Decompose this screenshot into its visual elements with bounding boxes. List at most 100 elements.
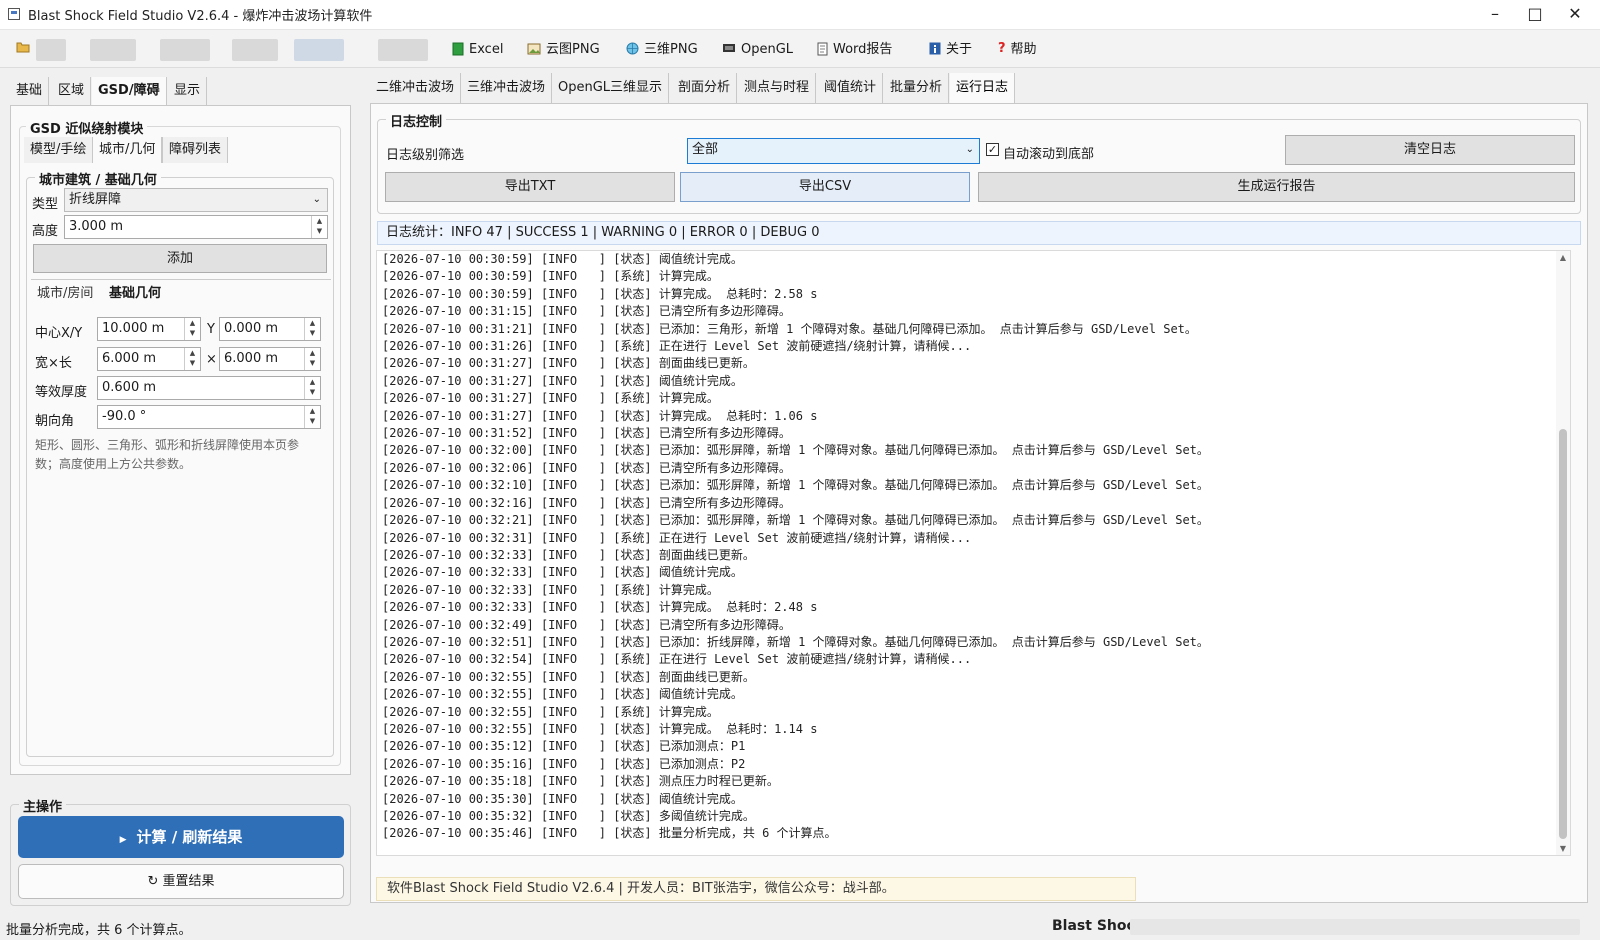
tab-model-draw[interactable]: 模型/手绘 — [24, 137, 94, 163]
length-spinner[interactable]: ▲ ▼ — [304, 348, 320, 370]
log-line: [2026-07-10 00:32:16] [INFO ] [状态] 已清空所有… — [382, 495, 791, 510]
height-spinner[interactable]: ▲ ▼ — [311, 216, 327, 238]
log-line: [2026-07-10 00:31:52] [INFO ] [状态] 已清空所有… — [382, 426, 791, 441]
log-lines-container: [2026-07-10 00:30:59] [INFO ] [状态] 阈值统计完… — [377, 251, 1570, 843]
width-input[interactable]: 6.000 m ▲ ▼ — [97, 347, 201, 371]
tab-obstacle-list[interactable]: 障碍列表 — [162, 137, 229, 163]
export-csv-button[interactable]: 导出CSV — [680, 172, 970, 202]
gsd-module-title: GSD 近似绕射模块 — [26, 118, 148, 137]
orientation-spinner[interactable]: ▲ ▼ — [304, 406, 320, 428]
width-value: 6.000 m — [102, 351, 157, 366]
width-spinner[interactable]: ▲ ▼ — [184, 348, 200, 370]
type-select[interactable]: 折线屏障 ⌄ — [64, 188, 328, 212]
log-view[interactable]: [2026-07-10 00:30:59] [INFO ] [状态] 阈值统计完… — [376, 250, 1571, 856]
window-title: Blast Shock Field Studio V2.6.4 - 爆炸冲击波场… — [28, 9, 373, 24]
y-label: Y — [207, 322, 215, 337]
thickness-label: 等效厚度 — [35, 385, 88, 400]
status-message: 批量分析完成，共 6 个计算点。 — [6, 923, 192, 938]
scroll-up-icon[interactable]: ▲ — [1557, 253, 1569, 262]
main-ops-group: 主操作 ▶ 计算 / 刷新结果 ↻ 重置结果 — [10, 796, 351, 906]
tab-run-log[interactable]: 运行日志 — [950, 73, 1016, 103]
tab-opengl-3d[interactable]: OpenGL三维显示 — [552, 73, 670, 103]
tab-probes[interactable]: 测点与时程 — [738, 73, 817, 103]
autoscroll-label: 自动滚动到底部 — [1003, 147, 1095, 162]
clear-log-button[interactable]: 清空日志 — [1285, 135, 1575, 165]
tab-3d-field[interactable]: 三维冲击波场 — [461, 73, 553, 103]
word-report-button[interactable]: Word报告 — [817, 39, 892, 61]
tab-city-room[interactable]: 城市/房间 — [31, 281, 99, 307]
cloud-png-button[interactable]: 云图PNG — [527, 39, 600, 61]
generate-report-button[interactable]: 生成运行报告 — [978, 172, 1575, 202]
tab-2d-field[interactable]: 二维冲击波场 — [370, 73, 462, 103]
orientation-input[interactable]: -90.0 ° ▲ ▼ — [97, 405, 321, 429]
tab-gsd-obstacle[interactable]: GSD/障碍 — [92, 77, 167, 105]
blurred-button[interactable] — [36, 39, 66, 61]
log-line: [2026-07-10 00:31:27] [INFO ] [状态] 计算完成。… — [382, 408, 818, 423]
reset-button[interactable]: ↻ 重置结果 — [18, 864, 344, 899]
length-input[interactable]: 6.000 m ▲ ▼ — [219, 347, 321, 371]
scroll-down-icon[interactable]: ▼ — [1557, 844, 1569, 853]
log-line: [2026-07-10 00:32:00] [INFO ] [状态] 已添加：弧… — [382, 443, 1209, 458]
question-icon: ? — [998, 40, 1006, 56]
height-input[interactable]: 3.000 m ▲ ▼ — [64, 215, 328, 239]
tab-display[interactable]: 显示 — [168, 77, 208, 105]
three-d-png-label: 三维PNG — [644, 42, 698, 57]
autoscroll-checkbox[interactable]: ✓ — [986, 143, 999, 156]
log-line: [2026-07-10 00:32:33] [INFO ] [状态] 计算完成。… — [382, 600, 818, 615]
log-line: [2026-07-10 00:30:59] [INFO ] [系统] 计算完成。 — [382, 269, 719, 284]
log-line: [2026-07-10 00:31:27] [INFO ] [系统] 计算完成。 — [382, 391, 719, 406]
thickness-spinner[interactable]: ▲ ▼ — [304, 377, 320, 399]
center-y-input[interactable]: 0.000 m ▲ ▼ — [219, 317, 321, 341]
opengl-label: OpenGL — [741, 42, 794, 57]
level-filter-select[interactable]: 全部 ⌄ — [687, 138, 980, 164]
about-button[interactable]: 关于 — [929, 39, 972, 61]
center-x-input[interactable]: 10.000 m ▲ ▼ — [97, 317, 201, 341]
blurred-button[interactable] — [160, 39, 210, 61]
export-txt-button[interactable]: 导出TXT — [385, 172, 675, 202]
help-button[interactable]: ? 帮助 — [998, 39, 1037, 61]
center-y-value: 0.000 m — [224, 321, 279, 336]
tab-profile[interactable]: 剖面分析 — [672, 73, 738, 103]
tab-threshold[interactable]: 阈值统计 — [818, 73, 884, 103]
tab-basic[interactable]: 基础 — [10, 77, 50, 105]
excel-button[interactable]: Excel — [452, 39, 503, 61]
thickness-input[interactable]: 0.600 m ▲ ▼ — [97, 376, 321, 400]
width-length-label: 宽×长 — [35, 356, 72, 371]
opengl-button[interactable]: OpenGL — [722, 39, 793, 61]
compute-label: 计算 / 刷新结果 — [136, 828, 243, 846]
compute-button[interactable]: ▶ 计算 / 刷新结果 — [18, 816, 344, 858]
app-icon — [8, 8, 20, 20]
tab-basic-geometry[interactable]: 基础几何 — [103, 281, 167, 307]
blurred-button[interactable] — [294, 39, 344, 61]
blurred-button[interactable] — [90, 39, 136, 61]
log-line: [2026-07-10 00:30:59] [INFO ] [状态] 阈值统计完… — [382, 252, 743, 266]
log-line: [2026-07-10 00:32:55] [INFO ] [系统] 计算完成。 — [382, 704, 719, 719]
orientation-value: -90.0 ° — [102, 409, 147, 424]
center-label: 中心X/Y — [35, 326, 83, 341]
log-line: [2026-07-10 00:32:33] [INFO ] [状态] 阈值统计完… — [382, 565, 743, 580]
about-label: 关于 — [946, 42, 973, 57]
scrollbar-thumb[interactable] — [1559, 429, 1567, 839]
log-line: [2026-07-10 00:32:31] [INFO ] [系统] 正在进行 … — [382, 530, 972, 545]
three-d-png-button[interactable]: 三维PNG — [626, 39, 698, 61]
tab-batch[interactable]: 批量分析 — [884, 73, 950, 103]
center-x-spinner[interactable]: ▲ ▼ — [184, 318, 200, 340]
main-window: Blast Shock Field Studio V2.6.4 - 爆炸冲击波场… — [0, 0, 1600, 940]
log-line: [2026-07-10 00:35:30] [INFO ] [状态] 阈值统计完… — [382, 791, 743, 806]
play-icon: ▶ — [119, 835, 127, 845]
type-label: 类型 — [32, 197, 59, 212]
blurred-button[interactable] — [232, 39, 278, 61]
log-scrollbar[interactable]: ▲ ▼ — [1556, 251, 1570, 855]
tab-city-geometry[interactable]: 城市/几何 — [93, 137, 163, 163]
add-button[interactable]: 添加 — [33, 244, 327, 273]
close-button[interactable]: ✕ — [1552, 0, 1598, 30]
excel-icon — [452, 42, 464, 55]
blurred-button[interactable] — [378, 39, 428, 61]
tab-region[interactable]: 区域 — [52, 77, 92, 105]
folder-icon — [16, 42, 30, 53]
open-folder-button[interactable] — [16, 39, 32, 61]
log-line: [2026-07-10 00:31:27] [INFO ] [状态] 阈值统计完… — [382, 373, 743, 388]
log-line: [2026-07-10 00:32:55] [INFO ] [状态] 阈值统计完… — [382, 687, 743, 702]
center-y-spinner[interactable]: ▲ ▼ — [304, 318, 320, 340]
log-line: [2026-07-10 00:35:46] [INFO ] [状态] 批量分析完… — [382, 826, 837, 841]
